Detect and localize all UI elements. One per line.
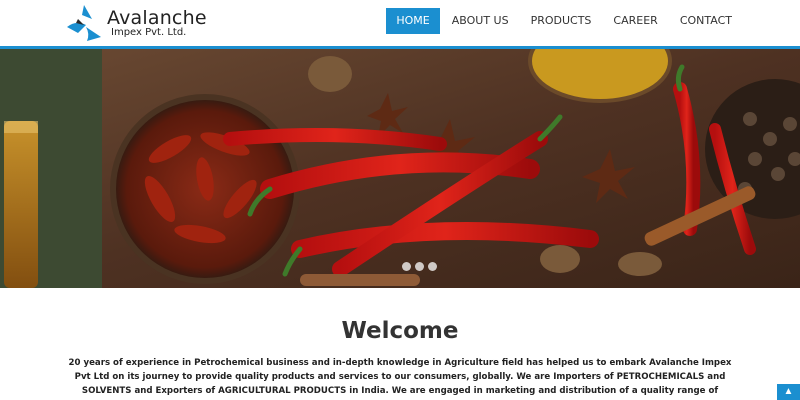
nav-products[interactable]: PRODUCTS [521,8,602,34]
hero-spices-image [0,49,800,288]
slider-dot-1[interactable] [402,262,411,271]
brand-logo[interactable]: Avalanche Impex Pvt. Ltd. [64,3,207,43]
scroll-to-top-button[interactable]: ▲ [777,384,800,400]
slider-dot-3[interactable] [428,262,437,271]
brand-name: Avalanche [107,7,207,29]
nav-about-us[interactable]: ABOUT US [442,8,519,34]
nav-contact[interactable]: CONTACT [670,8,742,34]
hero-slider[interactable] [0,49,800,288]
nav-home[interactable]: HOME [386,8,440,34]
site-header: Avalanche Impex Pvt. Ltd. HOME ABOUT US … [0,0,800,47]
slider-dot-2[interactable] [415,262,424,271]
slider-pagination [402,262,441,271]
brand-subtitle: Impex Pvt. Ltd. [111,27,187,38]
page-title: Welcome [341,318,459,344]
intro-paragraph: 20 years of experience in Petrochemical … [68,358,732,396]
main-nav: HOME ABOUT US PRODUCTS CAREER CONTACT [384,8,742,34]
avalanche-logo-icon [67,5,101,41]
nav-career[interactable]: CAREER [603,8,667,34]
chevron-up-icon: ▲ [783,386,794,397]
